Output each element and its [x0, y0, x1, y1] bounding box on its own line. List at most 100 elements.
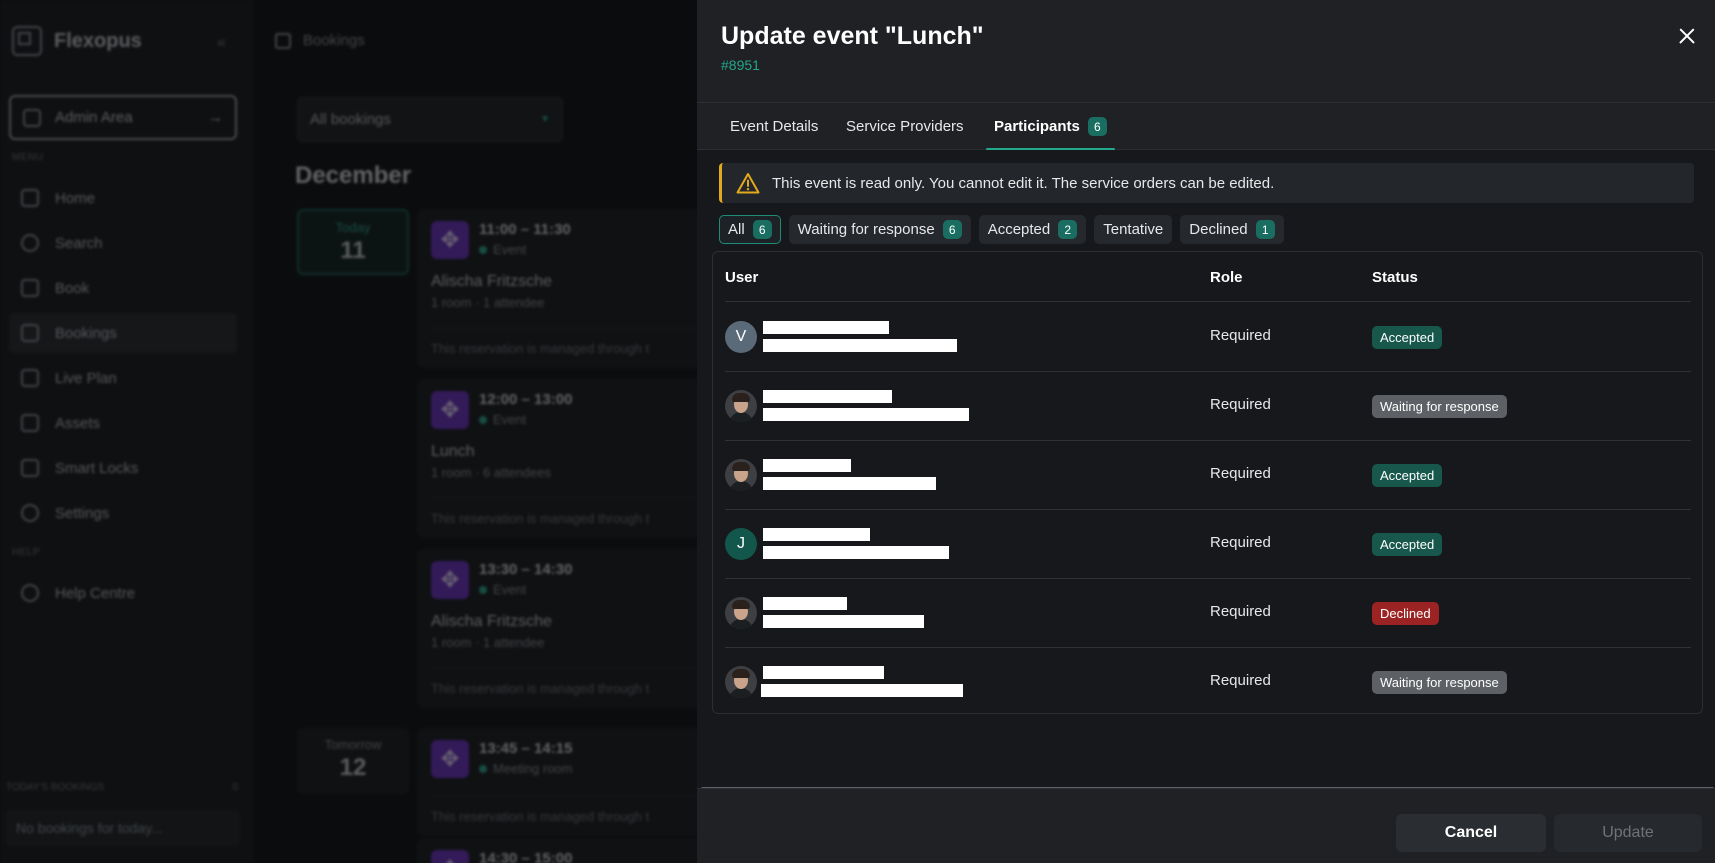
- bookings-filter-select[interactable]: All bookings ▼: [297, 97, 563, 142]
- participant-role: Required: [1210, 534, 1271, 551]
- column-header-role: Role: [1210, 269, 1243, 286]
- sidebar-item-bookings[interactable]: Bookings: [9, 313, 237, 353]
- sidebar-item-home[interactable]: Home: [9, 178, 237, 218]
- todays-bookings-count: 0: [232, 782, 238, 793]
- collapse-sidebar-icon[interactable]: «: [217, 34, 226, 52]
- event-icon: ✥: [431, 561, 469, 599]
- close-icon[interactable]: [1673, 22, 1701, 50]
- avatar: [725, 390, 757, 422]
- filter-count-badge: 2: [1058, 220, 1078, 239]
- filter-label: Accepted: [987, 221, 1051, 238]
- redacted-name: [763, 390, 892, 403]
- booking-card[interactable]: ✥ 11:00 – 11:30 Event Alischa Fritzsche 1 …: [417, 209, 717, 368]
- sidebar-item-label: Assets: [55, 414, 101, 432]
- sidebar-item-live-plan[interactable]: Live Plan: [9, 358, 237, 398]
- column-header-status: Status: [1372, 269, 1418, 286]
- month-heading: December: [295, 162, 412, 189]
- sidebar-item-book[interactable]: Book: [9, 268, 237, 308]
- panel-header: Update event "Lunch" #8951: [697, 0, 1715, 103]
- avatar: [725, 459, 757, 491]
- avatar: [725, 666, 757, 698]
- event-icon: ✥: [431, 391, 469, 429]
- booking-card[interactable]: ✥ 13:45 – 14:15 Meeting room This reservat…: [417, 728, 717, 836]
- filter-all[interactable]: All 6: [719, 215, 781, 244]
- cancel-button[interactable]: Cancel: [1396, 814, 1546, 852]
- event-icon: ✥: [431, 740, 469, 778]
- table-row[interactable]: Required Declined: [725, 579, 1691, 648]
- admin-area-button[interactable]: Admin Area →: [9, 95, 237, 140]
- tab-label: Participants: [994, 118, 1080, 135]
- status-badge: Accepted: [1372, 464, 1443, 487]
- redacted-name: [763, 459, 851, 472]
- booking-type: Event: [479, 242, 571, 257]
- booking-time: 13:45 – 14:15: [479, 740, 573, 757]
- tab-participants[interactable]: Participants 6: [986, 103, 1115, 151]
- booking-note: This reservation is managed through t: [431, 498, 703, 526]
- status-badge: Waiting for response: [1372, 395, 1507, 418]
- event-icon: ✥: [431, 221, 469, 259]
- cube-icon: [21, 414, 39, 432]
- table-header: User Role Status: [725, 252, 1691, 302]
- sidebar-item-settings[interactable]: Settings: [9, 493, 237, 533]
- booking-time: 12:00 – 13:00: [479, 391, 573, 408]
- day-number: 11: [340, 237, 366, 264]
- table-row[interactable]: Required Accepted: [725, 441, 1691, 510]
- sidebar-item-search[interactable]: Search: [9, 223, 237, 263]
- filter-label: All: [728, 221, 745, 238]
- tab-event-details[interactable]: Event Details: [730, 103, 818, 150]
- booking-card[interactable]: ✥ 13:30 – 14:30 Event Alischa Fritzsche 1 …: [417, 549, 717, 708]
- calendar-icon: [21, 324, 39, 342]
- map-icon: [21, 369, 39, 387]
- day-number: 12: [339, 754, 367, 781]
- filter-declined[interactable]: Declined 1: [1180, 215, 1284, 244]
- sidebar-item-label: Live Plan: [55, 369, 117, 387]
- sidebar-item-label: Bookings: [55, 324, 117, 342]
- sidebar-item-label: Help Centre: [55, 584, 136, 602]
- table-row[interactable]: J Required Accepted: [725, 510, 1691, 579]
- participant-role: Required: [1210, 465, 1271, 482]
- sidebar-item-help-centre[interactable]: Help Centre: [9, 573, 237, 613]
- day-label: Today: [335, 220, 371, 235]
- breadcrumb-label: Bookings: [303, 32, 365, 49]
- table-row[interactable]: V Required Accepted: [725, 303, 1691, 372]
- booking-card[interactable]: ✥ 14:30 – 15:00: [417, 838, 717, 863]
- sidebar-item-smart-locks[interactable]: Smart Locks: [9, 448, 237, 488]
- column-header-user: User: [725, 269, 759, 286]
- redacted-name: [763, 321, 889, 334]
- filter-label: Declined: [1189, 221, 1248, 238]
- menu-section-label: MENU: [12, 152, 44, 163]
- redacted-email: [761, 684, 963, 697]
- page-title: Update event "Lunch": [721, 22, 984, 50]
- panel-tabs: Event Details Service Providers Particip…: [697, 103, 1715, 151]
- booking-title: Alischa Fritzsche: [431, 273, 552, 290]
- filter-count-badge: 6: [752, 220, 772, 239]
- booking-title: Lunch: [431, 443, 475, 460]
- redacted-email: [763, 339, 957, 352]
- booking-type: Event: [479, 412, 572, 427]
- update-button[interactable]: Update: [1554, 814, 1702, 852]
- booking-card[interactable]: ✥ 12:00 – 13:00 Event Lunch 1 room · 6 att…: [417, 379, 717, 538]
- filter-label: Tentative: [1103, 221, 1164, 238]
- alert-message: This event is read only. You cannot edit…: [772, 174, 1275, 192]
- tab-service-providers[interactable]: Service Providers: [846, 103, 964, 150]
- sidebar-item-assets[interactable]: Assets: [9, 403, 237, 443]
- todays-bookings-header: TODAY'S BOOKINGS 0: [6, 782, 238, 793]
- update-event-panel: Update event "Lunch" #8951 Event Details…: [697, 0, 1715, 863]
- table-row[interactable]: Required Waiting for response: [725, 372, 1691, 441]
- event-id: #8951: [721, 57, 760, 73]
- participant-role: Required: [1210, 672, 1271, 689]
- status-badge: Accepted: [1372, 326, 1443, 349]
- flexopus-logo-icon: [12, 26, 42, 56]
- filter-tentative[interactable]: Tentative: [1094, 215, 1173, 244]
- calendar-icon: [275, 32, 291, 49]
- table-row[interactable]: Required Waiting for response: [725, 648, 1691, 717]
- booking-type: Event: [479, 582, 572, 597]
- filter-waiting-for-response[interactable]: Waiting for response 6: [788, 215, 971, 244]
- sidebar-item-label: Home: [55, 189, 96, 207]
- sidebar-item-label: Book: [55, 279, 90, 297]
- admin-area-label: Admin Area: [55, 109, 133, 126]
- panel-footer: Cancel Update: [697, 788, 1715, 863]
- status-badge: Waiting for response: [1372, 671, 1507, 694]
- arrow-right-icon: →: [208, 109, 223, 126]
- filter-accepted[interactable]: Accepted 2: [978, 215, 1087, 244]
